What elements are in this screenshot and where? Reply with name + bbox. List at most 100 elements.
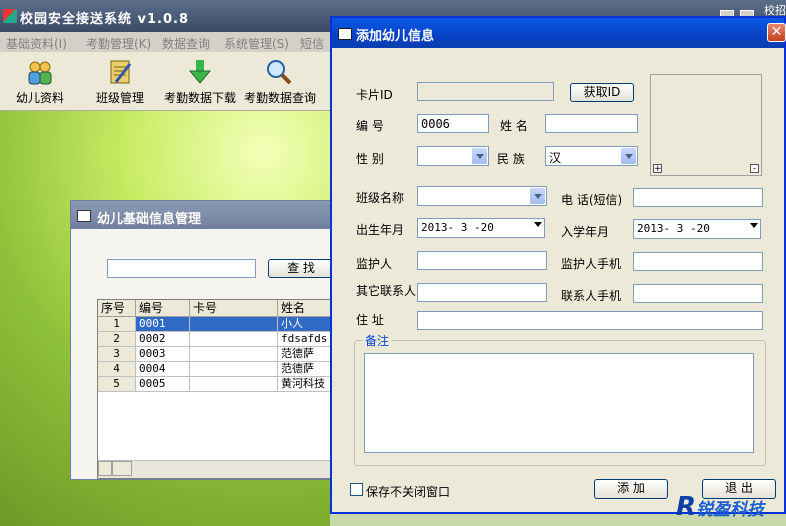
chevron-down-icon[interactable] (472, 148, 487, 164)
table-row[interactable]: 2 0002 fdsafds (98, 332, 334, 347)
toolbar-label: 考勤数据下载 (163, 91, 236, 105)
label-guardian-phone: 监护人手机 (561, 257, 622, 271)
toolbar-label: 考勤数据查询 (243, 91, 316, 105)
birth-date-picker[interactable]: 2013- 3 -20 (417, 218, 545, 238)
column-header[interactable]: 姓名 (278, 300, 334, 317)
guardian-phone-field[interactable] (633, 252, 763, 271)
birth-value: 2013- 3 -20 (421, 221, 494, 234)
dialog-title-bar[interactable]: 添加幼儿信息 (332, 18, 784, 48)
label-code: 编 号 (356, 119, 384, 133)
table-cell-card (190, 332, 278, 347)
table-cell-no: 3 (98, 347, 136, 362)
chevron-down-icon[interactable] (534, 222, 542, 227)
table-cell-code: 0001 (136, 317, 190, 332)
menu-system[interactable]: 系统管理(S) (224, 35, 289, 52)
get-id-button[interactable]: 获取ID (570, 83, 634, 102)
toolbar-label: 幼儿资料 (15, 91, 64, 105)
table-cell-no: 5 (98, 377, 136, 392)
children-icon (28, 61, 52, 85)
code-field[interactable]: 0006 (417, 114, 489, 133)
magnifier-icon (267, 60, 292, 85)
table-cell-name: 范德萨 (278, 347, 334, 362)
scroll-thumb[interactable] (112, 461, 132, 476)
notes-label: 备注 (363, 332, 392, 349)
table-row[interactable]: 5 0005 黄河科技 (98, 377, 334, 392)
notes-textarea[interactable] (364, 353, 754, 453)
table-cell-name: 黄河科技 (278, 377, 334, 392)
label-enroll: 入学年月 (561, 225, 610, 239)
toolbar: 幼儿资料 班级管理 考勤数据下载 考勤数据查询 (0, 52, 330, 111)
horizontal-scrollbar[interactable] (98, 460, 334, 478)
scroll-left-icon[interactable] (98, 461, 112, 476)
menu-sms[interactable]: 短信 (300, 35, 324, 52)
keep-open-checkbox[interactable] (350, 483, 363, 496)
column-header[interactable]: 序号 (98, 300, 136, 317)
name-field[interactable] (545, 114, 638, 133)
chevron-down-icon[interactable] (621, 148, 636, 164)
children-table[interactable]: 序号 编号 卡号 姓名 1 0001 小人 2 0002 fdsafds 3 0003 范德萨 4… (97, 299, 335, 479)
label-ethnicity: 民 族 (497, 152, 525, 166)
watermark-r: R (676, 492, 697, 522)
app-logo-icon (3, 9, 17, 23)
toolbar-label: 班级管理 (95, 91, 144, 105)
menu-data-query[interactable]: 数据查询 (162, 35, 210, 52)
table-cell-card (190, 362, 278, 377)
add-button[interactable]: 添 加 (594, 479, 668, 499)
column-header[interactable]: 编号 (136, 300, 190, 317)
table-cell-code: 0002 (136, 332, 190, 347)
label-class: 班级名称 (356, 191, 405, 205)
notebook-icon (110, 60, 132, 84)
toolbar-download-button[interactable]: 考勤数据下载 (162, 52, 238, 110)
photo-box[interactable]: + - (650, 74, 762, 176)
download-arrow-icon (188, 60, 212, 84)
gender-select[interactable] (417, 146, 489, 166)
watermark-logo: R锐盈科技 (676, 492, 764, 522)
class-select[interactable] (417, 186, 547, 206)
chevron-down-icon[interactable] (750, 223, 758, 228)
child-window-body: 查 找 序号 编号 卡号 姓名 1 0001 小人 2 0002 fdsafds 3 0003… (71, 229, 335, 479)
photo-add-icon[interactable]: + (653, 164, 662, 174)
contact-phone-field[interactable] (633, 284, 763, 303)
toolbar-children-button[interactable]: 幼儿资料 (8, 52, 72, 110)
table-cell-card (190, 377, 278, 392)
search-input[interactable] (107, 259, 256, 278)
label-name: 姓 名 (500, 119, 528, 133)
notes-group: 备注 (354, 332, 766, 466)
phone-field[interactable] (633, 188, 763, 207)
column-header[interactable]: 卡号 (190, 300, 278, 317)
table-cell-no: 4 (98, 362, 136, 377)
menu-attendance[interactable]: 考勤管理(K) (86, 35, 151, 52)
menu-basic-data[interactable]: 基础资料(I) (6, 35, 67, 52)
photo-remove-icon[interactable]: - (750, 164, 759, 174)
enroll-date-picker[interactable]: 2013- 3 -20 (633, 219, 761, 239)
label-birth: 出生年月 (356, 223, 405, 237)
close-icon[interactable]: ✕ (767, 23, 786, 42)
ethnicity-value: 汉 (549, 151, 562, 165)
ethnicity-select[interactable]: 汉 (545, 146, 638, 166)
add-child-dialog: 添加幼儿信息 ✕ 卡片ID 获取ID + - 编 号 0006 姓 名 性 别 … (330, 16, 786, 514)
table-cell-no: 1 (98, 317, 136, 332)
keep-open-label: 保存不关闭窗口 (366, 485, 451, 499)
table-row[interactable]: 3 0003 范德萨 (98, 347, 334, 362)
table-cell-name: 小人 (278, 317, 334, 332)
other-contact-field[interactable] (417, 283, 547, 302)
toolbar-class-button[interactable]: 班级管理 (88, 52, 152, 110)
card-id-field (417, 82, 554, 101)
menu-bar: 基础资料(I) 考勤管理(K) 数据查询 系统管理(S) 短信 (0, 32, 330, 53)
label-gender: 性 别 (356, 152, 384, 166)
table-cell-code: 0005 (136, 377, 190, 392)
label-phone: 电 话(短信) (561, 193, 623, 207)
table-row[interactable]: 1 0001 小人 (98, 317, 334, 332)
chevron-down-icon[interactable] (530, 188, 545, 204)
guardian-field[interactable] (417, 251, 547, 270)
window-icon (338, 28, 352, 40)
toolbar-query-button[interactable]: 考勤数据查询 (242, 52, 318, 110)
table-cell-card (190, 347, 278, 362)
window-icon (77, 210, 91, 222)
address-field[interactable] (417, 311, 763, 330)
search-button[interactable]: 查 找 (268, 259, 334, 278)
table-row[interactable]: 4 0004 范德萨 (98, 362, 334, 377)
table-cell-card (190, 317, 278, 332)
child-window-title-bar[interactable]: 幼儿基础信息管理 (71, 201, 333, 229)
label-other-contact: 其它联系人 (356, 284, 417, 298)
